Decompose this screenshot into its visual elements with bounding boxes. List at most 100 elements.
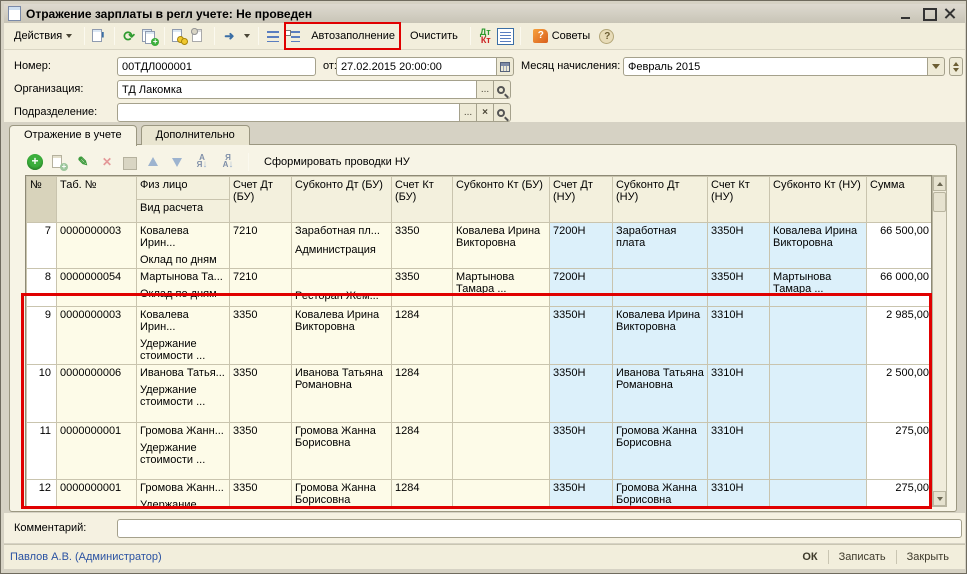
dtkt-postings-icon[interactable]: Дт Кт: [477, 28, 494, 44]
calendar-button[interactable]: [497, 57, 514, 76]
col-header-dt-bu[interactable]: Счет Дт (БУ): [230, 177, 292, 223]
col-header-kt-nu[interactable]: Счет Кт (НУ): [708, 177, 770, 223]
cell-kt-nu[interactable]: 3310Н: [708, 307, 770, 365]
col-header-sub-kt-bu[interactable]: Субконто Кт (БУ): [453, 177, 550, 223]
list-structure-icon[interactable]: [265, 28, 282, 45]
cell-row-number[interactable]: 12: [27, 480, 57, 508]
cell-dt-nu[interactable]: 3350Н: [550, 423, 613, 480]
move-down-icon[interactable]: [169, 154, 185, 170]
cell-person[interactable]: Мартынова Та...Оклад по дням: [137, 269, 230, 307]
department-input[interactable]: [117, 103, 460, 122]
cell-tab-number[interactable]: 0000000006: [57, 365, 137, 423]
add-row-icon[interactable]: [27, 154, 43, 170]
col-header-sub-dt-nu[interactable]: Субконто Дт (НУ): [613, 177, 708, 223]
cell-tab-number[interactable]: 0000000054: [57, 269, 137, 307]
cell-sum[interactable]: 66 000,00: [867, 269, 933, 307]
organization-search-button[interactable]: [494, 80, 511, 99]
table-row[interactable]: 120000000001Громова Жанн...Удержание сто…: [27, 480, 933, 508]
col-header-sum[interactable]: Сумма: [867, 177, 933, 223]
document-list-icon[interactable]: [497, 28, 514, 45]
organization-input[interactable]: [117, 80, 477, 99]
copy-row-icon[interactable]: [51, 154, 67, 170]
sort-asc-icon[interactable]: АЯ↓: [193, 154, 211, 170]
tips-button[interactable]: Советы: [527, 26, 596, 46]
cell-dt-nu[interactable]: 3350Н: [550, 307, 613, 365]
scroll-thumb[interactable]: [933, 192, 946, 212]
scroll-up-icon[interactable]: [933, 176, 946, 191]
table-row[interactable]: 80000000054Мартынова Та...Оклад по дням7…: [27, 269, 933, 307]
scroll-down-icon[interactable]: [933, 491, 946, 506]
cell-row-number[interactable]: 10: [27, 365, 57, 423]
department-search-button[interactable]: [494, 103, 511, 122]
sort-desc-icon[interactable]: ЯА↓: [219, 154, 237, 170]
close-button[interactable]: Закрыть: [897, 549, 959, 565]
autofill-button[interactable]: Автозаполнение: [305, 27, 401, 45]
cell-dt-nu[interactable]: 7200Н: [550, 269, 613, 307]
cell-kt-nu[interactable]: 3310Н: [708, 365, 770, 423]
table-row[interactable]: 90000000003Ковалева Ирин...Удержание сто…: [27, 307, 933, 365]
month-input[interactable]: [623, 57, 928, 76]
cell-kt-bu[interactable]: 3350: [392, 223, 453, 269]
cell-sub-kt-bu[interactable]: [453, 423, 550, 480]
cell-kt-bu[interactable]: 1284: [392, 423, 453, 480]
generate-nu-postings-button[interactable]: Сформировать проводки НУ: [260, 154, 414, 170]
save-button[interactable]: Записать: [829, 549, 896, 565]
cell-sub-kt-bu[interactable]: [453, 480, 550, 508]
cell-sub-kt-bu[interactable]: [453, 307, 550, 365]
cell-tab-number[interactable]: 0000000001: [57, 423, 137, 480]
delete-row-icon[interactable]: [99, 154, 115, 170]
move-up-icon[interactable]: [145, 154, 161, 170]
cell-sub-dt-bu[interactable]: Иванова Татьяна Романовна: [292, 365, 392, 423]
maximize-icon[interactable]: [922, 8, 935, 19]
cell-dt-bu[interactable]: 3350: [230, 365, 292, 423]
cell-kt-bu[interactable]: 1284: [392, 365, 453, 423]
cell-dt-bu[interactable]: 3350: [230, 480, 292, 508]
cell-sub-dt-bu[interactable]: Ресторан Жем...: [292, 269, 392, 307]
cell-sub-dt-bu[interactable]: Ковалева Ирина Викторовна: [292, 307, 392, 365]
reread-icon[interactable]: [91, 28, 108, 45]
cell-dt-nu[interactable]: 3350Н: [550, 365, 613, 423]
col-header-dt-nu[interactable]: Счет Дт (НУ): [550, 177, 613, 223]
cell-kt-bu[interactable]: 3350: [392, 269, 453, 307]
minimize-icon[interactable]: [900, 8, 913, 19]
cell-dt-bu[interactable]: 7210: [230, 269, 292, 307]
cell-dt-bu[interactable]: 7210: [230, 223, 292, 269]
cell-person[interactable]: Ковалева Ирин...Удержание стоимости ...: [137, 307, 230, 365]
cell-sum[interactable]: 275,00: [867, 423, 933, 480]
cell-dt-nu[interactable]: 7200Н: [550, 223, 613, 269]
col-header-sub-kt-nu[interactable]: Субконто Кт (НУ): [770, 177, 867, 223]
col-header-person[interactable]: Физ лицо: [137, 177, 230, 200]
goto-button[interactable]: [221, 25, 252, 48]
cell-row-number[interactable]: 8: [27, 269, 57, 307]
cell-sub-kt-bu[interactable]: Мартынова Тамара ...: [453, 269, 550, 307]
cell-kt-nu[interactable]: 3310Н: [708, 423, 770, 480]
cell-sub-kt-nu[interactable]: [770, 480, 867, 508]
cell-kt-bu[interactable]: 1284: [392, 307, 453, 365]
cell-kt-bu[interactable]: 1284: [392, 480, 453, 508]
department-lookup-button[interactable]: ...: [460, 103, 477, 122]
actions-button[interactable]: Действия: [8, 27, 78, 45]
cell-sub-kt-nu[interactable]: Ковалева Ирина Викторовна: [770, 223, 867, 269]
cell-sub-kt-nu[interactable]: [770, 423, 867, 480]
cell-sum[interactable]: 275,00: [867, 480, 933, 508]
table-row[interactable]: 100000000006Иванова Татья...Удержание ст…: [27, 365, 933, 423]
col-header-kt-bu[interactable]: Счет Кт (БУ): [392, 177, 453, 223]
cell-row-number[interactable]: 11: [27, 423, 57, 480]
cell-sub-dt-nu[interactable]: Иванова Татьяна Романовна: [613, 365, 708, 423]
refresh-icon[interactable]: [121, 28, 138, 45]
cell-kt-nu[interactable]: 3310Н: [708, 480, 770, 508]
comment-input[interactable]: [117, 519, 962, 538]
number-input[interactable]: [117, 57, 316, 76]
edit-row-icon[interactable]: [75, 154, 91, 170]
col-header-sub-dt-bu[interactable]: Субконто Дт (БУ): [292, 177, 392, 223]
cell-sub-kt-nu[interactable]: [770, 365, 867, 423]
col-header-tab[interactable]: Таб. №: [57, 177, 137, 223]
cell-person[interactable]: Иванова Татья...Удержание стоимости ...: [137, 365, 230, 423]
organization-lookup-button[interactable]: ...: [477, 80, 494, 99]
cell-sum[interactable]: 2 500,00: [867, 365, 933, 423]
cell-tab-number[interactable]: 0000000003: [57, 223, 137, 269]
cell-sub-dt-nu[interactable]: Громова Жанна Борисовна: [613, 480, 708, 508]
department-clear-button[interactable]: ×: [477, 103, 494, 122]
cell-sub-dt-nu[interactable]: [613, 269, 708, 307]
unpost-document-icon[interactable]: [191, 28, 208, 45]
